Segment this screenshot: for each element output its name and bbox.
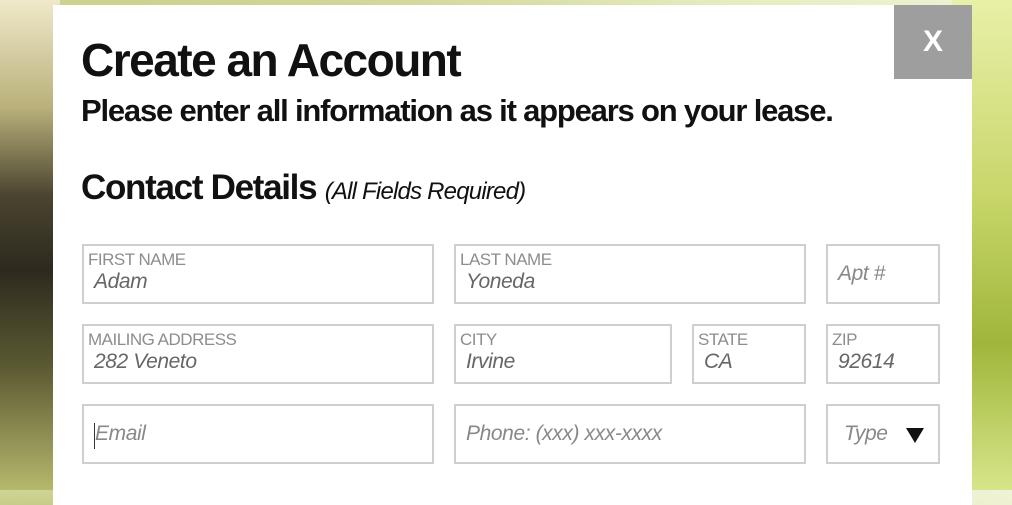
dropdown-arrow-icon bbox=[906, 428, 924, 443]
last-name-value: Yoneda bbox=[466, 270, 535, 293]
email-field[interactable]: Email bbox=[82, 404, 434, 464]
section-title-text: Contact Details bbox=[81, 168, 318, 207]
first-name-value: Adam bbox=[94, 270, 148, 293]
first-name-field[interactable]: FIRST NAME Adam bbox=[82, 244, 434, 304]
mailing-address-label: MAILING ADDRESS bbox=[88, 330, 237, 349]
state-value: CA bbox=[704, 350, 733, 373]
state-label: STATE bbox=[698, 330, 748, 349]
city-field[interactable]: CITY Irvine bbox=[454, 324, 672, 384]
close-button[interactable]: X bbox=[894, 5, 972, 79]
state-field[interactable]: STATE CA bbox=[692, 324, 806, 384]
zip-value: 92614 bbox=[838, 350, 895, 373]
last-name-label: LAST NAME bbox=[460, 250, 552, 269]
first-name-label: FIRST NAME bbox=[88, 250, 186, 269]
city-label: CITY bbox=[460, 330, 497, 349]
phone-placeholder: Phone: (xxx) xxx-xxxx bbox=[466, 422, 662, 445]
modal-title: Create an Account bbox=[81, 34, 462, 86]
apt-placeholder: Apt # bbox=[838, 262, 886, 285]
mailing-address-value: 282 Veneto bbox=[94, 350, 197, 373]
phone-type-value: Type bbox=[844, 422, 888, 445]
mailing-address-field[interactable]: MAILING ADDRESS 282 Veneto bbox=[82, 324, 434, 384]
create-account-modal: X Create an Account Please enter all inf… bbox=[53, 5, 972, 505]
modal-subtitle: Please enter all information as it appea… bbox=[81, 93, 834, 128]
zip-field[interactable]: ZIP 92614 bbox=[826, 324, 940, 384]
section-note: (All Fields Required) bbox=[324, 178, 526, 205]
phone-type-select[interactable]: Type bbox=[826, 404, 940, 464]
phone-field[interactable]: Phone: (xxx) xxx-xxxx bbox=[454, 404, 806, 464]
zip-label: ZIP bbox=[832, 330, 857, 349]
background-left bbox=[0, 0, 60, 490]
last-name-field[interactable]: LAST NAME Yoneda bbox=[454, 244, 806, 304]
city-value: Irvine bbox=[466, 350, 515, 373]
email-placeholder: Email bbox=[95, 422, 146, 445]
apt-field[interactable]: Apt # bbox=[826, 244, 940, 304]
section-title: Contact Details (All Fields Required) bbox=[81, 168, 526, 208]
